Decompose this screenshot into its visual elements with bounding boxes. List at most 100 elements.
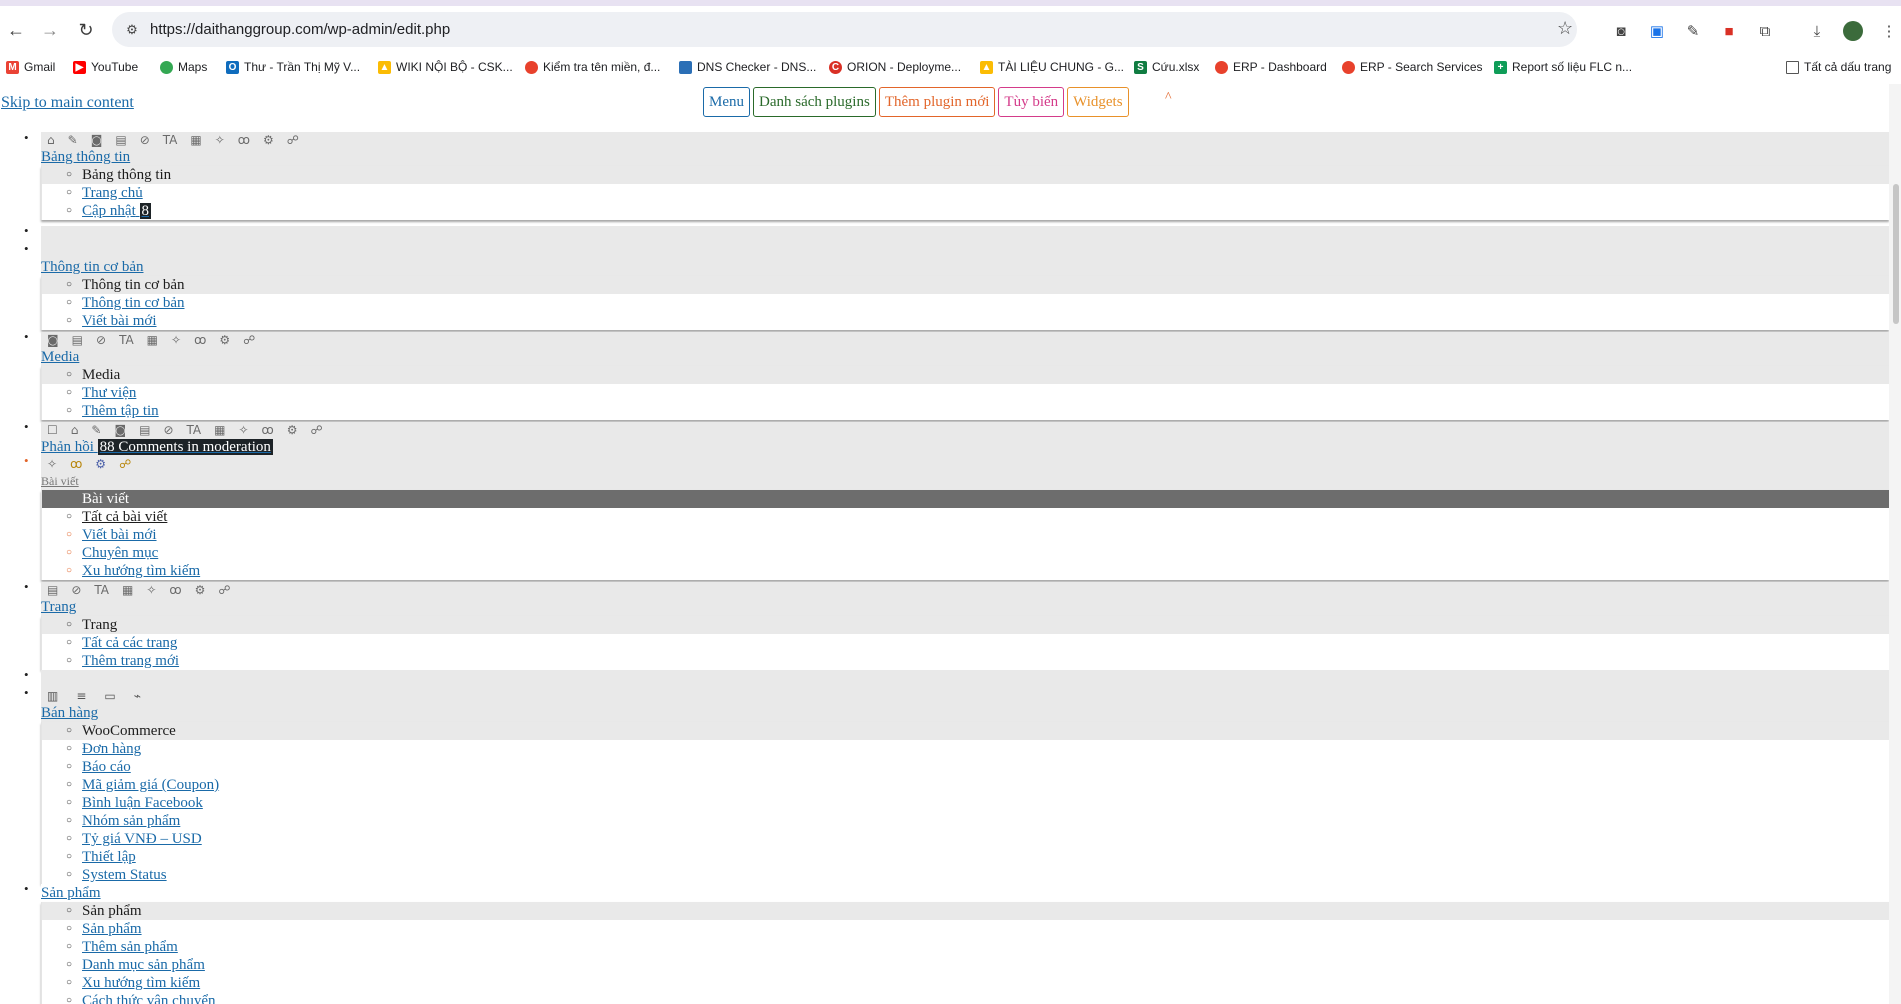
bullet: • (24, 579, 29, 594)
bookmark-wiki[interactable]: ▲ WIKI NỘI BỘ - CSK... (378, 58, 513, 76)
profile-avatar-icon[interactable] (1842, 20, 1864, 42)
submenu-link-facebook-comments[interactable]: Bình luận Facebook (82, 795, 203, 811)
submenu-link-product-groups[interactable]: Nhóm sản phẩm (82, 813, 180, 829)
submenu-link-search-trends[interactable]: Xu hướng tìm kiếm (82, 563, 200, 579)
submenu-link-system-status[interactable]: System Status (82, 867, 167, 883)
forward-icon[interactable]: → (36, 16, 64, 44)
url-text[interactable]: https://daithanggroup.com/wp-admin/edit.… (150, 21, 450, 38)
dashboard-icon-row: ⌂ ✎ ◙ ▤ ⊘ TA ▦ ✧ ꝏ ⚙ ☍ (41, 132, 1889, 148)
submenu-link-new-post[interactable]: Viết bài mới (82, 313, 157, 329)
customize-button[interactable]: Tùy biến (998, 87, 1065, 117)
submenu-link-basic-info[interactable]: Thông tin cơ bản (82, 295, 185, 311)
table-icon: ▭ (104, 689, 116, 703)
camera-icon[interactable]: ◙ (1610, 20, 1632, 42)
menu-item-pages: • ▤ ⊘ TA ▦ ✧ ꝏ ⚙ ☍ Trang Trang Tất cả các trang… (24, 579, 1889, 670)
bullet: • (24, 329, 29, 344)
bullet: • (24, 223, 29, 238)
users-icon: ꝏ (237, 133, 250, 147)
submenu-link-coupons[interactable]: Mã giảm giá (Coupon) (82, 777, 219, 793)
submenu-link-home[interactable]: Trang chủ (82, 185, 143, 201)
bookmark-domain-check[interactable]: Kiểm tra tên miền, đ... (525, 58, 660, 76)
menu-link-dashboard[interactable]: Bảng thông tin (41, 148, 1889, 166)
submenu-products: Sản phẩm Sản phẩm Thêm sản phẩm Danh mục… (41, 902, 1889, 1004)
submenu-pages: Trang Tất cả các trang Thêm trang mới (41, 616, 1889, 670)
submenu-link-updates[interactable]: Cập nhật 8 (82, 203, 151, 219)
settings-icon: ⚙ (286, 423, 298, 437)
submenu-link-settings[interactable]: Thiết lập (82, 849, 136, 865)
submenu-media: Media Thư viện Thêm tập tin (41, 366, 1889, 420)
site-info-icon[interactable]: ⚙ (122, 20, 142, 40)
submenu-link-new-post[interactable]: Viết bài mới (82, 527, 157, 543)
bookmark-erp-dashboard[interactable]: ERP - Dashboard (1215, 58, 1327, 76)
menu-link-comments[interactable]: Phản hồi 88 Comments in moderation (41, 438, 1889, 456)
skip-to-main-link[interactable]: Skip to main content (1, 94, 134, 112)
submenu-link-add-file[interactable]: Thêm tập tin (82, 403, 159, 419)
download-icon[interactable]: ⤓ (1806, 20, 1828, 42)
submenu-link-all-posts[interactable]: Tất cả bài viết (82, 509, 167, 525)
menu-item-dashboard: • ⌂ ✎ ◙ ▤ ⊘ TA ▦ ✧ ꝏ ⚙ ☍ Bảng thông tin Bảng thông… (24, 130, 1889, 220)
plugins-list-button[interactable]: Danh sách plugins (753, 87, 876, 117)
menu-item-sales: • ▥ ≡ ▭ ⌁ Bán hàng WooCommerce Đơn hàng Báo… (24, 685, 1889, 884)
submenu-item: Viết bài mới (66, 312, 1889, 330)
submenu-link-add-product[interactable]: Thêm sản phẩm (82, 939, 178, 955)
bookmark-maps[interactable]: Maps (160, 58, 207, 76)
menu-link-products[interactable]: Sản phẩm (41, 884, 1889, 902)
maps-icon (160, 60, 173, 74)
menu-link-posts[interactable]: Bài viết (41, 472, 1889, 490)
submenu-link-exchange-rate[interactable]: Tỷ giá VNĐ – USD (82, 831, 202, 847)
submenu-link-new-page[interactable]: Thêm trang mới (82, 653, 179, 669)
submenu-item: Danh mục sản phẩm (66, 956, 1889, 974)
bookmark-dns-checker[interactable]: DNS Checker - DNS... (679, 58, 816, 76)
bookmark-cuu-xlsx[interactable]: S Cứu.xlsx (1134, 58, 1199, 76)
add-plugin-button[interactable]: Thêm plugin mới (878, 87, 996, 117)
bookmark-gmail[interactable]: M Gmail (6, 58, 55, 76)
back-icon[interactable]: ← (2, 16, 30, 44)
extensions-icon[interactable]: ⧉ (1754, 20, 1776, 42)
collapse-caret-icon[interactable]: ^ (1165, 90, 1172, 106)
text-icon: TA (119, 333, 134, 347)
submenu-link-library[interactable]: Thư viện (82, 385, 136, 401)
submenu-link-all-pages[interactable]: Tất cả các trang (82, 635, 177, 651)
brush-icon: ⊘ (71, 583, 82, 597)
scrollbar-thumb[interactable] (1893, 184, 1899, 324)
menu-item-products: • Sản phẩm Sản phẩm Sản phẩm Thêm sản ph… (24, 881, 1889, 1004)
menu-item-comments: • ☐ ⌂ ✎ ◙ ▤ ⊘ TA ▦ ✧ ꝏ ⚙ ☍ Phản hồi 88 Comments in … (24, 419, 1889, 456)
submenu-item: Thông tin cơ bản (66, 294, 1889, 312)
page-icon: ▤ (47, 583, 59, 597)
submenu-item: Sản phẩm (66, 920, 1889, 938)
submenu-head: WooCommerce (42, 722, 1889, 740)
menu-button[interactable]: Menu (703, 87, 750, 117)
bullet: • (24, 685, 29, 700)
submenu-link-search-trends[interactable]: Xu hướng tìm kiếm (82, 975, 200, 991)
submenu-link-shipping-methods[interactable]: Cách thức vận chuyển (82, 993, 216, 1004)
bookmark-report[interactable]: + Report số liệu FLC n... (1494, 58, 1632, 76)
bookmark-star-icon[interactable]: ☆ (1557, 18, 1573, 39)
home-icon: ⌂ (47, 133, 55, 147)
bookmark-tai-lieu[interactable]: ▲ TÀI LIỆU CHUNG - G... (980, 58, 1124, 76)
bookmark-youtube[interactable]: ▶ YouTube (73, 58, 138, 76)
color-picker-icon[interactable]: ✎ (1682, 20, 1704, 42)
all-bookmarks[interactable]: Tất cả dấu trang (1786, 58, 1891, 76)
browser-menu-icon[interactable]: ⋮ (1878, 20, 1900, 42)
bookmark-erp-search[interactable]: ERP - Search Services (1342, 58, 1483, 76)
pin-icon: ✎ (67, 133, 78, 147)
screen-recorder-icon[interactable]: ■ (1718, 20, 1740, 42)
submenu-link-orders[interactable]: Đơn hàng (82, 741, 141, 757)
menu-link-media[interactable]: Media (41, 348, 1889, 366)
reload-icon[interactable]: ↻ (72, 16, 100, 44)
bookmark-outlook[interactable]: O Thư - Trần Thị Mỹ V... (226, 58, 360, 76)
submenu-link-reports[interactable]: Báo cáo (82, 759, 131, 775)
camera-icon: ◙ (90, 133, 103, 147)
menu-link-sales[interactable]: Bán hàng (41, 704, 1889, 722)
bookmark-orion[interactable]: C ORION - Deployme... (829, 58, 961, 76)
menu-link-pages[interactable]: Trang (41, 598, 1889, 616)
submenu-link-categories[interactable]: Chuyên mục (82, 545, 158, 561)
submenu-link-products[interactable]: Sản phẩm (82, 921, 142, 937)
page-scrollbar[interactable] (1889, 84, 1901, 1004)
domain-icon (525, 60, 538, 74)
translate-extension-icon[interactable]: ▣ (1646, 20, 1668, 42)
submenu-link-product-categories[interactable]: Danh mục sản phẩm (82, 957, 205, 973)
widgets-button[interactable]: Widgets (1067, 87, 1129, 117)
menu-link-basic-info[interactable]: Thông tin cơ bản (41, 258, 1889, 276)
submenu-item: Xu hướng tìm kiếm (66, 974, 1889, 992)
